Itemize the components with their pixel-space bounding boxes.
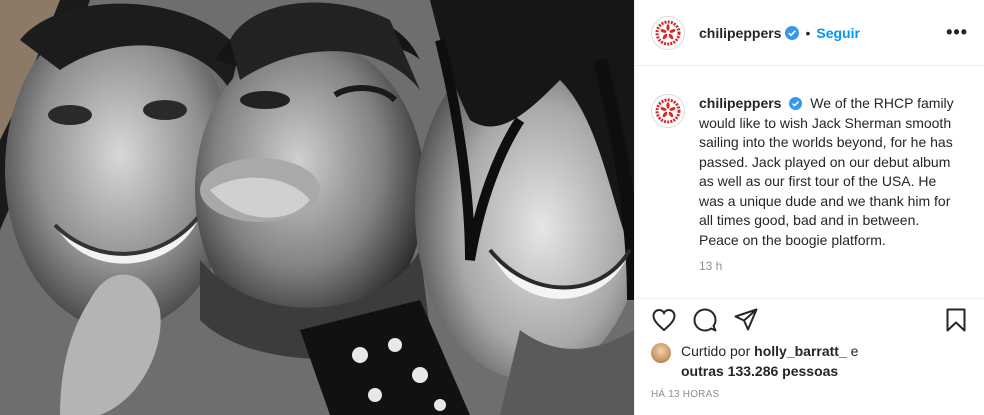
caption-username[interactable]: chilipeppers: [699, 95, 781, 111]
post-sidebar: chilipeppers • Seguir ••• chilipeppers W…: [634, 0, 984, 415]
liker-avatar[interactable]: [651, 343, 671, 363]
profile-avatar[interactable]: [651, 15, 685, 50]
header-username[interactable]: chilipeppers: [699, 25, 781, 41]
liked-and: e: [850, 343, 859, 359]
liked-others-link[interactable]: outras 133.286 pessoas: [681, 363, 838, 379]
paper-plane-icon[interactable]: [733, 307, 759, 338]
band-photo-illustration: [0, 0, 634, 415]
verified-badge-icon: [785, 25, 800, 40]
instagram-post: chilipeppers • Seguir ••• chilipeppers W…: [0, 0, 984, 415]
more-options-icon[interactable]: •••: [946, 22, 968, 43]
post-photo[interactable]: [0, 0, 634, 415]
follow-button[interactable]: Seguir: [816, 25, 860, 41]
caption-avatar[interactable]: [651, 94, 685, 128]
liked-prefix: Curtido por: [681, 343, 751, 359]
action-bar: [635, 298, 984, 340]
post-header: chilipeppers • Seguir •••: [635, 0, 984, 66]
likes-summary: Curtido por holly_barratt_ e outras 133.…: [651, 341, 858, 381]
verified-badge-icon: [789, 97, 803, 110]
liked-by-username[interactable]: holly_barratt_: [754, 343, 847, 359]
caption-text: We of the RHCP family would like to wish…: [699, 95, 954, 248]
heart-icon[interactable]: [651, 307, 677, 338]
header-separator: •: [805, 24, 811, 41]
chili-logo-icon: [654, 18, 682, 47]
post-caption: chilipeppers We of the RHCP family would…: [635, 66, 984, 250]
caption-body: chilipeppers We of the RHCP family would…: [699, 94, 959, 250]
caption-timestamp: 13 h: [699, 259, 723, 273]
comment-icon[interactable]: [692, 307, 718, 338]
likes-text: Curtido por holly_barratt_ e outras 133.…: [681, 341, 858, 381]
chili-logo-icon: [654, 97, 682, 125]
bookmark-icon[interactable]: [943, 307, 969, 338]
post-time-ago[interactable]: HÁ 13 HORAS: [651, 389, 719, 400]
